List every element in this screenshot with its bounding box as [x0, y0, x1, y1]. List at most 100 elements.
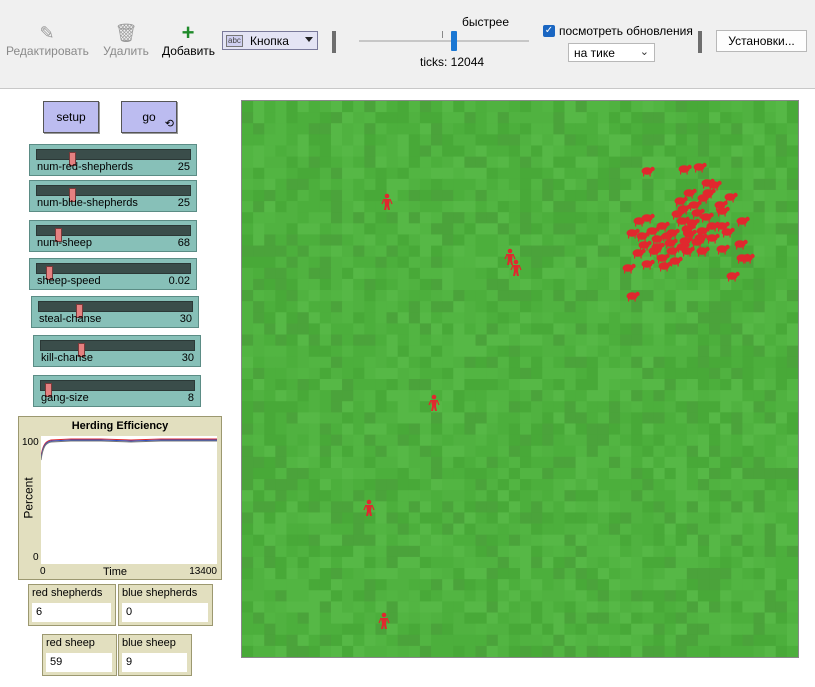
grass-patch	[642, 545, 654, 558]
grass-patch	[375, 523, 388, 536]
slider-track[interactable]	[36, 263, 191, 280]
delete-button-label: Удалить	[103, 44, 149, 58]
grass-patch	[375, 356, 388, 369]
update-mode-select[interactable]: на тике ⌄	[568, 43, 655, 62]
grass-patch	[764, 245, 777, 258]
slider-num-sheep[interactable]: num-sheep 68	[29, 220, 197, 252]
world-view[interactable]	[241, 100, 799, 658]
grass-patch	[764, 323, 777, 336]
grass-patch	[364, 423, 376, 436]
grass-patch	[264, 356, 276, 369]
grass-patch	[319, 345, 332, 358]
view-updates-checkbox[interactable]: ✓	[543, 25, 555, 37]
speed-slider-track[interactable]	[359, 40, 529, 42]
grass-patch	[520, 334, 532, 347]
grass-patch	[620, 501, 632, 513]
grass-patch	[531, 612, 543, 625]
grass-patch	[330, 634, 343, 647]
grass-patch	[419, 212, 432, 224]
grass-patch	[764, 568, 777, 580]
grass-patch	[664, 423, 677, 436]
grass-patch	[419, 445, 432, 458]
grass-patch	[753, 256, 766, 269]
slider-num-red-shepherds[interactable]: num-red-shepherds 25	[29, 144, 197, 176]
slider-track[interactable]	[36, 149, 191, 166]
grass-patch	[319, 512, 332, 525]
grass-patch	[264, 423, 276, 436]
grass-patch	[553, 412, 565, 424]
slider-num-blue-shepherds[interactable]: num-blue-shepherds 25	[29, 180, 197, 212]
grass-patch	[697, 290, 710, 302]
grass-patch	[720, 379, 732, 391]
grass-patch	[286, 645, 299, 657]
edit-button[interactable]: ✎ Редактировать	[6, 22, 89, 58]
grass-patch	[731, 390, 743, 402]
slider-sheep-speed[interactable]: sheep-speed 0.02	[29, 258, 197, 290]
grass-patch	[442, 290, 454, 302]
grass-patch	[419, 501, 432, 513]
grass-patch	[353, 512, 365, 525]
grass-patch	[608, 178, 621, 191]
grass-patch	[508, 623, 521, 636]
grass-patch	[386, 267, 399, 280]
slider-steal-chanse[interactable]: steal-chanse 30	[31, 296, 199, 328]
grass-patch	[631, 101, 643, 113]
grass-patch	[553, 156, 565, 169]
grass-patch	[486, 545, 499, 558]
grass-patch	[553, 434, 565, 447]
speed-slider-center-mark	[442, 31, 443, 38]
grass-patch	[597, 556, 610, 569]
grass-patch	[786, 212, 798, 224]
widget-type-dropdown[interactable]: abc Кнопка	[222, 31, 318, 50]
grass-patch	[308, 401, 321, 413]
grass-patch	[419, 123, 432, 135]
slider-kill-chanse[interactable]: kill-chanse 30	[33, 335, 201, 367]
grass-patch	[330, 579, 343, 591]
grass-patch	[720, 278, 732, 291]
grass-patch	[575, 334, 588, 347]
speed-slider-thumb[interactable]	[451, 31, 457, 51]
grass-patch	[408, 267, 421, 280]
grass-patch	[342, 323, 354, 336]
grass-patch	[564, 612, 577, 625]
grass-patch	[764, 112, 777, 124]
slider-track[interactable]	[36, 185, 191, 202]
grass-patch	[709, 156, 721, 169]
grass-patch	[686, 123, 699, 135]
go-button[interactable]: go ⟲	[121, 101, 177, 133]
grass-patch	[297, 379, 310, 391]
grass-patch	[442, 434, 454, 447]
grass-patch	[542, 645, 554, 657]
grass-patch	[553, 189, 565, 202]
grass-patch	[375, 456, 388, 469]
slider-track[interactable]	[40, 340, 195, 357]
grass-patch	[653, 156, 666, 169]
add-button[interactable]: + Добавить	[162, 22, 215, 59]
slider-track[interactable]	[40, 380, 195, 397]
grass-patch	[786, 590, 798, 602]
grass-patch	[775, 401, 788, 413]
slider-track[interactable]	[38, 301, 193, 318]
setup-button[interactable]: setup	[43, 101, 99, 133]
grass-patch	[297, 223, 310, 235]
slider-gang-size[interactable]: gang-size 8	[33, 375, 201, 407]
grass-patch	[497, 490, 510, 502]
grass-patch	[520, 479, 532, 491]
settings-button[interactable]: Установки...	[716, 30, 807, 52]
grass-patch	[375, 467, 388, 480]
grass-patch	[586, 167, 599, 180]
grass-patch	[431, 245, 443, 258]
grass-patch	[553, 456, 565, 469]
slider-track[interactable]	[36, 225, 191, 242]
grass-patch	[497, 568, 510, 580]
delete-button[interactable]: 🗑 Удалить	[102, 22, 150, 58]
grass-patch	[731, 479, 743, 491]
grass-patch	[297, 501, 310, 513]
grass-patch	[342, 156, 354, 169]
grass-patch	[753, 134, 766, 146]
grass-patch	[697, 534, 710, 547]
grass-patch	[319, 245, 332, 258]
grass-patch	[330, 278, 343, 291]
grass-patch	[275, 623, 287, 636]
grass-patch	[608, 256, 621, 269]
